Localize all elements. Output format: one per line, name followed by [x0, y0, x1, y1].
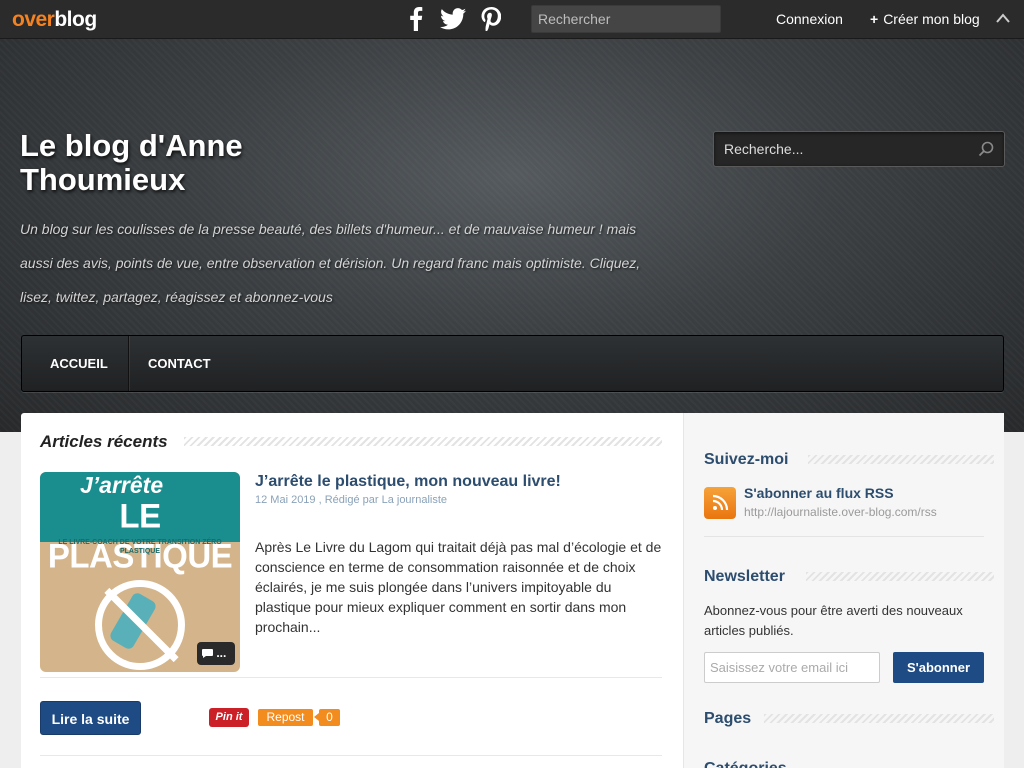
follow-heading-decoration: [808, 455, 994, 464]
rss-url[interactable]: http://lajournaliste.over-blog.com/rss: [744, 505, 937, 519]
blog-search-box: [713, 131, 1005, 167]
recent-articles-heading: Articles récents: [40, 432, 168, 451]
blog-description: Un blog sur les coulisses de la presse b…: [20, 221, 641, 305]
search-icon[interactable]: [978, 141, 994, 157]
categories-heading: Catégories: [704, 760, 787, 768]
post-divider: [40, 677, 662, 678]
subscribe-button[interactable]: S'abonner: [893, 652, 984, 683]
pin-it-button[interactable]: Pin it: [209, 708, 249, 727]
post-title[interactable]: J’arrête le plastique, mon nouveau livre…: [255, 473, 561, 491]
pinterest-icon[interactable]: [477, 5, 505, 33]
repost-button[interactable]: Repost: [258, 709, 313, 726]
read-more-button[interactable]: Lire la suite: [40, 701, 141, 735]
heading-decoration: [184, 437, 662, 446]
comments-badge[interactable]: ...: [197, 642, 235, 665]
thumbnail-line2: LE PLASTIQUE: [47, 496, 233, 575]
logo-part-over: over: [12, 8, 55, 31]
rss-subscribe-link[interactable]: S'abonner au flux RSS: [744, 485, 894, 501]
newsletter-email-input[interactable]: [704, 652, 880, 683]
thumbnail-line1: J’arrête: [80, 472, 164, 498]
plus-icon: +: [870, 11, 879, 27]
post-divider-bottom: [40, 755, 662, 756]
repost-count: 0: [314, 709, 340, 726]
comments-count: ...: [216, 646, 227, 660]
rss-icon[interactable]: [704, 487, 736, 519]
facebook-icon[interactable]: [402, 5, 430, 33]
chevron-up-icon[interactable]: [995, 12, 1011, 24]
top-search-input[interactable]: [531, 5, 721, 33]
follow-heading: Suivez-moi: [704, 451, 789, 468]
nav-item-contact[interactable]: CONTACT: [148, 336, 211, 391]
login-link[interactable]: Connexion: [776, 11, 843, 27]
thumbnail-subtitle: LE LIVRE-COACH DE VOTRE TRANSITION ZÉRO …: [58, 539, 222, 555]
newsletter-text: Abonnez-vous pour être averti des nouvea…: [704, 603, 963, 638]
nav-divider: [128, 336, 129, 391]
twitter-icon[interactable]: [439, 5, 467, 33]
newsletter-heading: Newsletter: [704, 568, 785, 585]
top-bar: overblog Connexion +Créer mon blog: [0, 0, 1024, 39]
create-blog-label: Créer mon blog: [883, 11, 980, 27]
blog-title[interactable]: Le blog d'Anne Thoumieux: [20, 129, 320, 197]
comment-icon: [202, 649, 213, 658]
pages-heading: Pages: [704, 710, 752, 727]
main-nav: ACCUEIL CONTACT: [21, 335, 1004, 392]
post-meta: 12 Mai 2019 , Rédigé par La journaliste: [255, 494, 448, 506]
post-excerpt: Après Le Livre du Lagom qui traitait déj…: [255, 539, 662, 635]
blog-search-input[interactable]: [714, 132, 969, 166]
nav-item-accueil[interactable]: ACCUEIL: [50, 336, 108, 391]
create-blog-link[interactable]: + Créer mon blog: [870, 11, 980, 27]
logo-part-blog: blog: [54, 8, 97, 31]
overblog-logo[interactable]: overblog: [12, 8, 97, 32]
pages-heading-decoration: [764, 714, 994, 723]
newsletter-heading-decoration: [806, 572, 994, 581]
sidebar-divider: [704, 536, 984, 537]
blog-header: Le blog d'Anne Thoumieux Un blog sur les…: [0, 39, 1024, 432]
post-thumbnail[interactable]: J’arrête LE PLASTIQUE LE LIVRE-COACH DE …: [40, 472, 240, 672]
